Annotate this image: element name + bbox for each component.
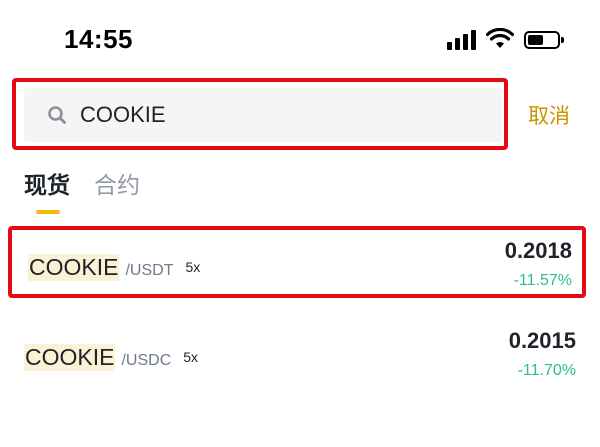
base-symbol: COOKIE — [28, 254, 120, 281]
price-change: -11.70% — [517, 362, 576, 379]
battery-level — [528, 35, 543, 45]
trading-pair: COOKIE /USDT 5x — [28, 254, 200, 281]
leverage-badge: 5x — [183, 349, 199, 365]
tab-spot[interactable]: 现货 — [24, 166, 70, 214]
base-symbol: COOKIE — [24, 344, 116, 371]
status-bar: 14:55 — [0, 0, 600, 80]
search-screen: 14:55 COOKIE 取消 现货 合约 COOKIE /USDT 5x 0.… — [0, 0, 600, 447]
battery-icon — [524, 31, 564, 49]
price-block: 0.2015 -11.70% — [509, 328, 576, 380]
signal-icon — [447, 28, 476, 50]
market-tabs: 现货 合约 — [24, 166, 140, 214]
leverage-badge: 5x — [185, 259, 201, 275]
quote-symbol: /USDT — [125, 262, 174, 279]
result-row-cookie-usdc[interactable]: COOKIE /USDC 5x 0.2015 -11.70% — [8, 320, 586, 392]
status-time: 14:55 — [64, 24, 133, 54]
status-icons — [447, 28, 564, 50]
cancel-button[interactable]: 取消 — [528, 100, 570, 130]
trading-pair: COOKIE /USDC 5x — [24, 344, 198, 371]
last-price: 0.2018 — [504, 238, 572, 263]
last-price: 0.2015 — [508, 328, 576, 353]
price-block: 0.2018 -11.57% — [505, 238, 572, 290]
result-row-cookie-usdt[interactable]: COOKIE /USDT 5x 0.2018 -11.57% — [8, 226, 586, 298]
tab-active-indicator — [36, 210, 60, 214]
price-change: -11.57% — [513, 272, 572, 289]
tab-futures-label: 合约 — [94, 173, 140, 199]
tab-spot-label: 现货 — [24, 173, 70, 199]
wifi-icon — [486, 28, 514, 50]
search-highlight-box — [12, 78, 508, 150]
tab-futures[interactable]: 合约 — [94, 166, 140, 214]
quote-symbol: /USDC — [121, 352, 172, 369]
